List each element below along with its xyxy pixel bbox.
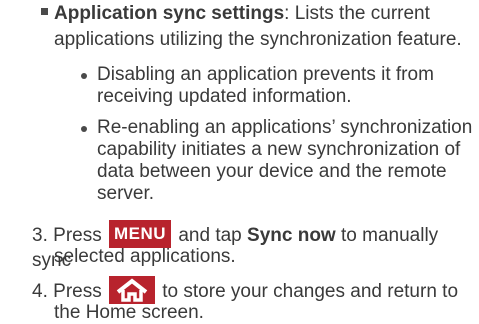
- app-sync-settings-title: Application sync settings: [54, 3, 285, 24]
- sub-item-reenabling: Re-enabling an applications’ synchroniza…: [97, 117, 477, 205]
- sub-item-reenabling-line3: data between your device and the remote: [97, 161, 447, 182]
- round-bullet-icon: [81, 73, 87, 79]
- step-4-press: Press: [53, 281, 102, 303]
- menu-key-icon: MENU: [109, 220, 172, 248]
- square-bullet-icon: [41, 8, 48, 16]
- sub-item-disabling-line2: receiving updated information.: [97, 86, 352, 107]
- step-4-after: to store your changes and return to: [162, 281, 459, 303]
- step-4-line2: the Home screen.: [54, 302, 204, 323]
- home-icon: [109, 276, 155, 304]
- app-sync-settings-item: Application sync settings: Lists the cur…: [41, 3, 477, 25]
- sub-item-reenabling-line4: server.: [97, 183, 155, 204]
- sub-item-disabling: Disabling an application prevents it fro…: [97, 64, 477, 108]
- app-sync-settings-desc-cont: applications utilizing the synchronizati…: [54, 29, 462, 50]
- step-4-number: 4.: [32, 281, 48, 303]
- app-sync-settings-desc: : Lists the current: [284, 3, 430, 24]
- step-3-and-tap: and tap: [178, 225, 242, 247]
- manual-page: Application sync settings: Lists the cur…: [0, 0, 479, 324]
- round-bullet-icon: [81, 126, 87, 132]
- step-3-line2: selected applications.: [54, 246, 236, 267]
- step-3-sync-now: Sync now: [247, 225, 336, 247]
- sub-item-disabling-line1: Disabling an application prevents it fro…: [97, 64, 434, 85]
- step-3-number: 3.: [32, 225, 48, 247]
- sub-item-reenabling-line1: Re-enabling an applications’ synchroniza…: [97, 117, 473, 138]
- sub-item-reenabling-line2: capability initiates a new synchronizati…: [97, 139, 461, 160]
- step-3-press: Press: [53, 225, 102, 247]
